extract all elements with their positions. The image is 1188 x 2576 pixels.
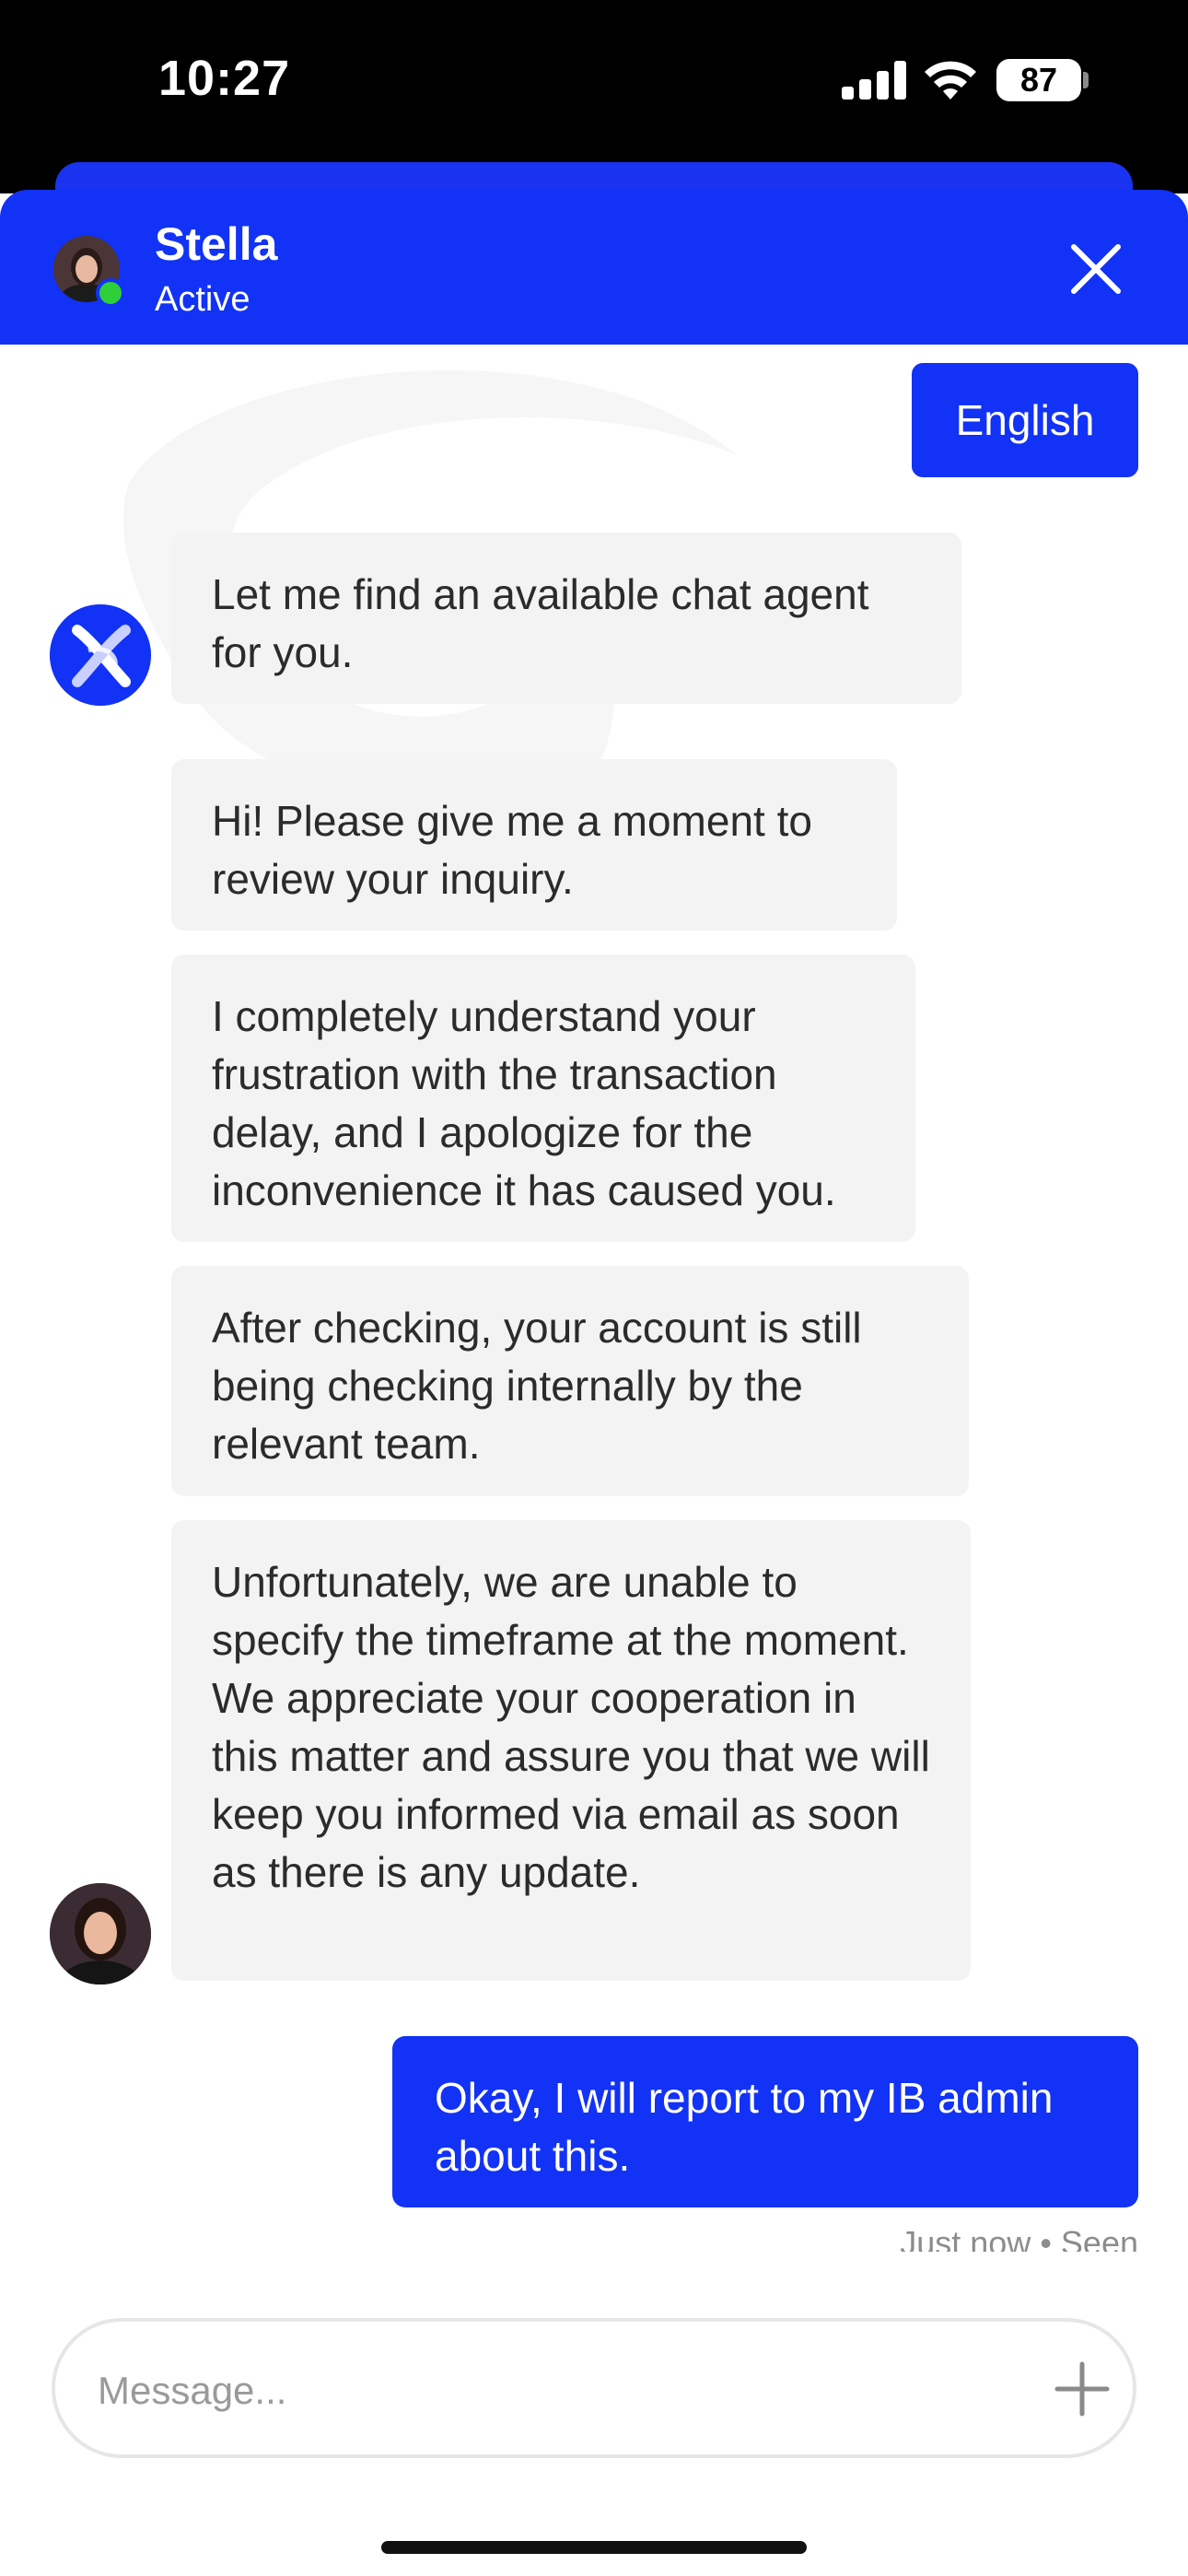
chat-header: Stella Active bbox=[0, 190, 1188, 345]
online-status-dot bbox=[96, 278, 125, 308]
agent-status: Active bbox=[155, 280, 250, 319]
home-indicator bbox=[381, 2541, 807, 2554]
battery-nub bbox=[1083, 72, 1089, 88]
message-bubble: Hi! Please give me a moment to review yo… bbox=[171, 759, 897, 931]
message-input[interactable] bbox=[96, 2353, 984, 2429]
signal-icon bbox=[842, 61, 906, 100]
message-bubble: After checking, your account is still be… bbox=[171, 1266, 969, 1496]
bot-logo-icon bbox=[50, 604, 151, 706]
agent-name: Stella bbox=[155, 218, 278, 270]
message-bubble: I completely understand your frustration… bbox=[171, 954, 915, 1242]
message-composer bbox=[52, 2318, 1136, 2458]
plus-icon[interactable] bbox=[1050, 2357, 1114, 2421]
user-message-bubble: Okay, I will report to my IB admin about… bbox=[392, 2036, 1138, 2207]
battery-icon: 87 bbox=[996, 59, 1081, 101]
close-icon[interactable] bbox=[1065, 238, 1127, 300]
chat-area[interactable]: English Let me find an available chat ag… bbox=[0, 345, 1188, 2252]
battery-level: 87 bbox=[1019, 61, 1058, 99]
message-bubble: Let me find an available chat agent for … bbox=[171, 533, 961, 704]
status-time: 10:27 bbox=[158, 51, 291, 106]
agent-photo-icon bbox=[50, 1883, 151, 1985]
read-receipt: Just now • Seen bbox=[900, 2224, 1138, 2252]
wifi-icon bbox=[925, 61, 976, 100]
language-button[interactable]: English bbox=[912, 363, 1138, 477]
agent-avatar bbox=[50, 1883, 151, 1985]
message-bubble: Unfortunately, we are unable to specify … bbox=[171, 1520, 971, 1981]
